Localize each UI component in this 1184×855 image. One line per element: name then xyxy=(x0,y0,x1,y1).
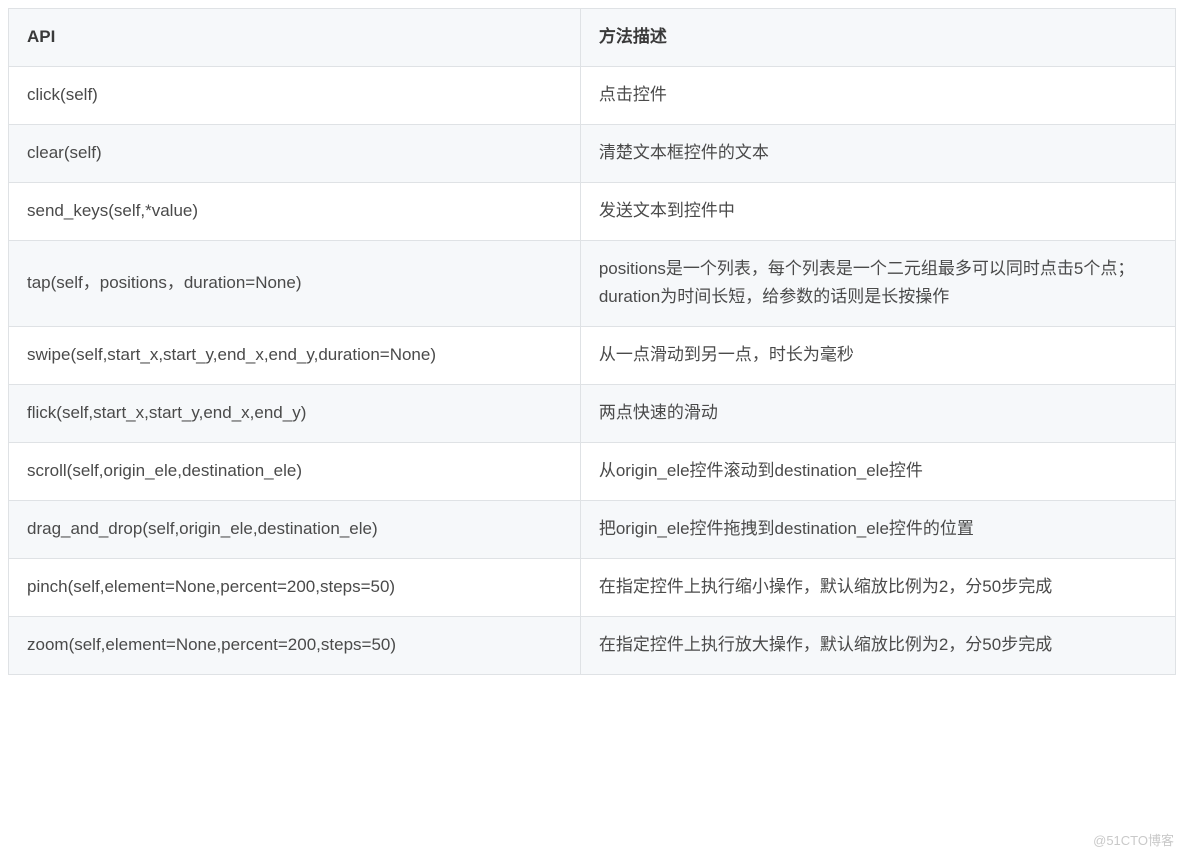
cell-api: pinch(self,element=None,percent=200,step… xyxy=(9,558,581,616)
cell-desc: 点击控件 xyxy=(580,66,1175,124)
cell-api: clear(self) xyxy=(9,124,581,182)
cell-desc: 清楚文本框控件的文本 xyxy=(580,124,1175,182)
table-row: swipe(self,start_x,start_y,end_x,end_y,d… xyxy=(9,327,1176,385)
cell-api: swipe(self,start_x,start_y,end_x,end_y,d… xyxy=(9,327,581,385)
api-table-container: API 方法描述 click(self) 点击控件 clear(self) 清楚… xyxy=(8,8,1176,675)
cell-desc: 把origin_ele控件拖拽到destination_ele控件的位置 xyxy=(580,501,1175,559)
table-row: zoom(self,element=None,percent=200,steps… xyxy=(9,616,1176,674)
cell-api: scroll(self,origin_ele,destination_ele) xyxy=(9,443,581,501)
cell-api: tap(self，positions，duration=None) xyxy=(9,240,581,327)
table-row: tap(self，positions，duration=None) positi… xyxy=(9,240,1176,327)
table-header-row: API 方法描述 xyxy=(9,9,1176,67)
watermark-text: @51CTO博客 xyxy=(1093,830,1174,849)
cell-api: click(self) xyxy=(9,66,581,124)
header-api: API xyxy=(9,9,581,67)
table-row: pinch(self,element=None,percent=200,step… xyxy=(9,558,1176,616)
cell-desc: 两点快速的滑动 xyxy=(580,385,1175,443)
table-row: clear(self) 清楚文本框控件的文本 xyxy=(9,124,1176,182)
table-row: drag_and_drop(self,origin_ele,destinatio… xyxy=(9,501,1176,559)
table-row: send_keys(self,*value) 发送文本到控件中 xyxy=(9,182,1176,240)
header-desc: 方法描述 xyxy=(580,9,1175,67)
table-row: scroll(self,origin_ele,destination_ele) … xyxy=(9,443,1176,501)
cell-desc: 在指定控件上执行放大操作，默认缩放比例为2，分50步完成 xyxy=(580,616,1175,674)
table-row: click(self) 点击控件 xyxy=(9,66,1176,124)
cell-desc: positions是一个列表，每个列表是一个二元组最多可以同时点击5个点；dur… xyxy=(580,240,1175,327)
cell-api: drag_and_drop(self,origin_ele,destinatio… xyxy=(9,501,581,559)
cell-desc: 在指定控件上执行缩小操作，默认缩放比例为2，分50步完成 xyxy=(580,558,1175,616)
cell-desc: 发送文本到控件中 xyxy=(580,182,1175,240)
cell-desc: 从一点滑动到另一点，时长为毫秒 xyxy=(580,327,1175,385)
cell-api: flick(self,start_x,start_y,end_x,end_y) xyxy=(9,385,581,443)
cell-api: send_keys(self,*value) xyxy=(9,182,581,240)
table-row: flick(self,start_x,start_y,end_x,end_y) … xyxy=(9,385,1176,443)
api-table: API 方法描述 click(self) 点击控件 clear(self) 清楚… xyxy=(8,8,1176,675)
cell-api: zoom(self,element=None,percent=200,steps… xyxy=(9,616,581,674)
cell-desc: 从origin_ele控件滚动到destination_ele控件 xyxy=(580,443,1175,501)
